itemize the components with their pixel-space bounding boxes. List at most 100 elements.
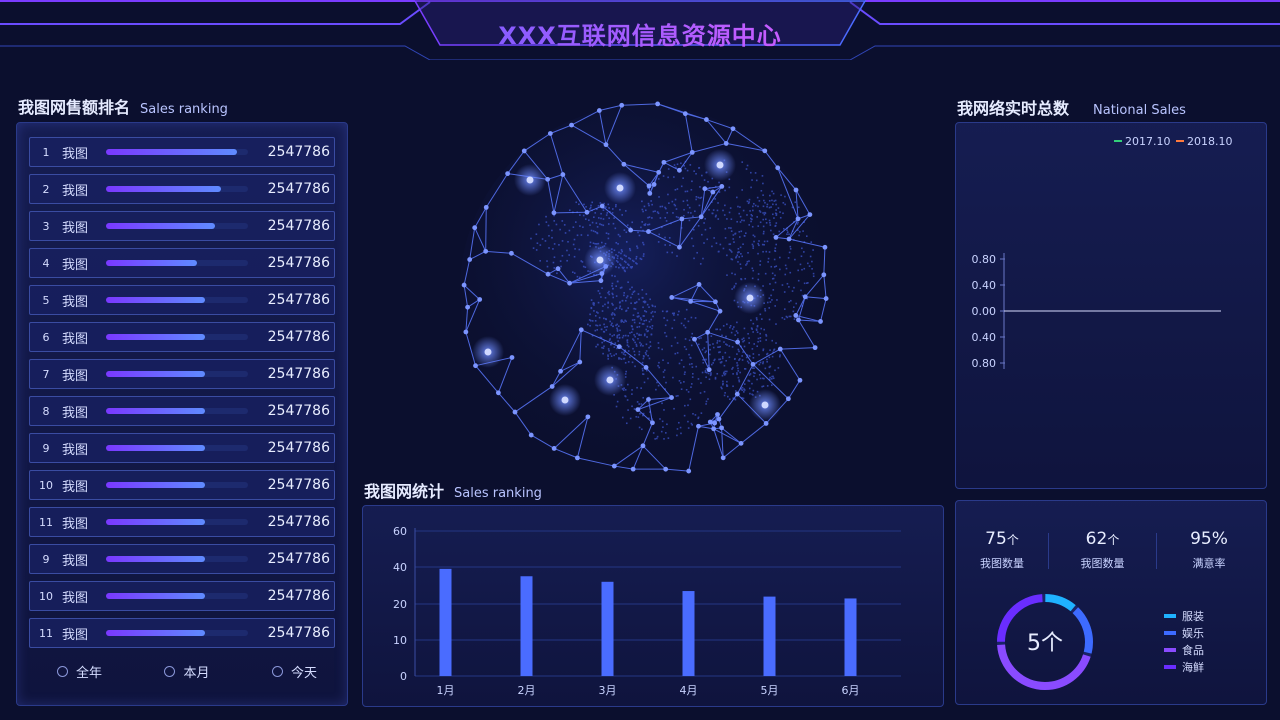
map-dot — [667, 168, 670, 170]
map-dot — [658, 196, 660, 198]
ranking-row[interactable]: 10 我图 2547786 — [29, 581, 335, 611]
ranking-row[interactable]: 7 我图 2547786 — [29, 359, 335, 389]
national-sales-panel: 2017.10 2018.10 0.80 0.40 0.00 0.40 0.80 — [955, 122, 1267, 489]
map-dot — [703, 390, 706, 393]
map-dot — [576, 275, 579, 278]
map-dot — [768, 318, 771, 321]
ranking-row[interactable]: 2 我图 2547786 — [29, 174, 335, 204]
map-dot — [598, 316, 601, 319]
map-dot — [726, 323, 728, 326]
map-dot — [642, 306, 644, 309]
map-dot — [610, 324, 613, 326]
map-dot — [775, 342, 777, 344]
ranking-row[interactable]: 11 我图 2547786 — [29, 618, 335, 648]
map-dot — [602, 218, 605, 220]
ranking-row[interactable]: 9 我图 2547786 — [29, 433, 335, 463]
map-dot — [683, 346, 686, 348]
stat-count-1-label: 我图数量 — [980, 557, 1024, 570]
network-link — [553, 211, 587, 214]
network-node — [818, 319, 823, 324]
map-dot — [753, 343, 756, 345]
rank-number: 11 — [39, 626, 53, 640]
map-dot — [652, 210, 655, 213]
network-node — [578, 327, 584, 333]
map-dot — [622, 334, 625, 337]
map-dot — [657, 342, 660, 344]
ranking-row[interactable]: 9 我图 2547786 — [29, 544, 335, 574]
map-dot — [616, 255, 619, 257]
map-dot — [638, 353, 641, 356]
map-dot — [722, 325, 725, 327]
map-dot — [607, 237, 610, 240]
map-dot — [771, 272, 774, 275]
map-dot — [552, 248, 554, 250]
map-dot — [689, 164, 692, 166]
map-dot — [645, 209, 647, 212]
map-dot — [723, 374, 726, 376]
rank-progress-fill — [106, 149, 237, 155]
ranking-row[interactable]: 10 我图 2547786 — [29, 470, 335, 500]
map-dot — [728, 356, 731, 359]
map-dot — [640, 258, 643, 261]
map-dot — [708, 353, 711, 356]
map-dot — [807, 282, 809, 284]
map-dot — [566, 259, 568, 262]
map-dot — [746, 262, 748, 265]
ranking-row[interactable]: 4 我图 2547786 — [29, 248, 335, 278]
map-dot — [680, 185, 683, 188]
map-dot — [657, 364, 659, 367]
glow-core — [761, 401, 769, 409]
map-dot — [761, 243, 764, 246]
map-dot — [592, 242, 595, 245]
filter-today-radio[interactable]: 今天 — [271, 662, 317, 681]
map-dot — [615, 295, 618, 297]
network-node — [628, 227, 634, 233]
map-dot — [637, 293, 640, 295]
map-dot — [590, 204, 592, 207]
network-node — [473, 363, 478, 369]
network-node — [483, 248, 489, 254]
ranking-row[interactable]: 11 我图 2547786 — [29, 507, 335, 537]
ranking-row[interactable]: 8 我图 2547786 — [29, 396, 335, 426]
map-dot — [678, 380, 681, 382]
ranking-row[interactable]: 6 我图 2547786 — [29, 322, 335, 352]
network-node — [702, 186, 708, 192]
ranking-row[interactable]: 3 我图 2547786 — [29, 211, 335, 241]
map-dot — [629, 332, 631, 334]
map-dot — [620, 358, 623, 361]
map-dot — [709, 348, 711, 351]
map-dot — [673, 203, 676, 206]
map-dot — [802, 230, 804, 232]
filter-month-radio[interactable]: 本月 — [164, 662, 210, 681]
map-dot — [737, 247, 740, 250]
map-dot — [641, 289, 644, 291]
network-node — [569, 122, 574, 128]
map-dot — [786, 229, 788, 231]
rank-name: 我图 — [62, 146, 89, 162]
map-dot — [762, 218, 765, 221]
map-dot — [661, 420, 664, 423]
map-dot — [783, 291, 786, 293]
map-dot — [738, 230, 741, 233]
map-dot — [628, 264, 630, 266]
legend-label: 食品 — [1182, 643, 1204, 657]
map-dot — [808, 265, 811, 267]
filter-year-radio[interactable]: 全年 — [57, 662, 102, 681]
map-dot — [725, 359, 727, 362]
ranking-row[interactable]: 1 我图 2547786 — [29, 137, 335, 167]
map-dot — [751, 267, 754, 270]
glow-core — [746, 294, 754, 302]
map-dot — [750, 327, 753, 329]
map-dot — [643, 315, 645, 317]
map-dot — [775, 203, 777, 206]
network-node — [711, 426, 717, 432]
map-dot — [613, 249, 616, 252]
map-dot — [595, 222, 598, 224]
rank-progress-fill — [106, 297, 206, 303]
map-dot — [636, 401, 639, 403]
map-dot — [778, 230, 781, 233]
ranking-row[interactable]: 5 我图 2547786 — [29, 285, 335, 315]
map-dot — [675, 216, 678, 218]
map-dot — [761, 318, 763, 320]
map-dot — [678, 310, 680, 313]
